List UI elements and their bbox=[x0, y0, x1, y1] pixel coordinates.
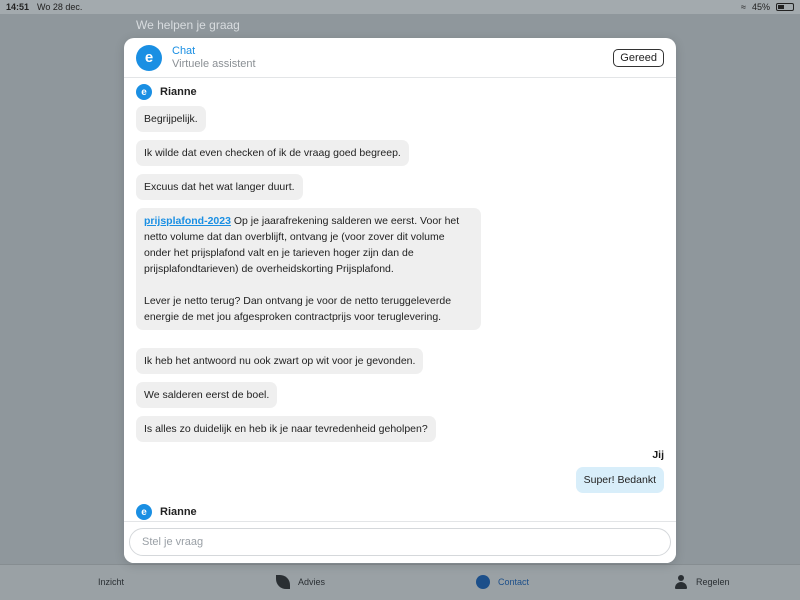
tab-label: Advies bbox=[298, 577, 326, 587]
message-text: Lever je netto terug? Dan ontvang je voo… bbox=[144, 295, 452, 323]
tab-advies[interactable]: Advies bbox=[276, 575, 325, 589]
my-label: Jij bbox=[652, 449, 664, 461]
topic-link[interactable]: prijsplafond-2023 bbox=[144, 215, 231, 227]
chat-input[interactable] bbox=[129, 528, 671, 556]
person-icon bbox=[674, 575, 688, 589]
tab-regelen[interactable]: Regelen bbox=[674, 575, 730, 589]
message-bubble: Ik wilde dat even checken of ik de vraag… bbox=[136, 140, 409, 166]
message-bubble-long: prijsplafond-2023 Op je jaarafrekening s… bbox=[136, 208, 481, 330]
message-bubble: Ik heb het antwoord nu ook zwart op wit … bbox=[136, 348, 424, 374]
battery-percentage: 45% bbox=[751, 2, 770, 12]
status-bar: 14:51 Wo 28 dec. ≈ 45% bbox=[0, 0, 800, 14]
wifi-icon: ≈ bbox=[741, 2, 746, 12]
chat-title: Chat bbox=[172, 44, 196, 57]
sender-avatar-icon: e bbox=[136, 504, 152, 520]
tab-label: Inzicht bbox=[98, 577, 125, 587]
status-date: Wo 28 dec. bbox=[37, 2, 83, 12]
tab-inzicht[interactable]: Inzicht bbox=[76, 575, 124, 589]
background-page-title: We helpen je graag bbox=[136, 18, 240, 32]
sender-name: Rianne bbox=[160, 86, 197, 98]
leaf-icon bbox=[276, 575, 290, 589]
input-area bbox=[124, 521, 676, 563]
chat-icon bbox=[476, 575, 490, 589]
message-bubble: Excuus dat het wat langer duurt. bbox=[136, 174, 303, 200]
brand-logo-icon: e bbox=[136, 44, 162, 71]
status-time: 14:51 bbox=[6, 2, 30, 12]
done-button[interactable]: Gereed bbox=[613, 49, 664, 67]
message-bubble: Is alles zo duidelijk en heb ik je naar … bbox=[136, 416, 436, 442]
tab-contact[interactable]: Contact bbox=[476, 575, 529, 589]
message-bubble: Begrijpelijk. bbox=[136, 106, 206, 132]
chat-header: e Chat Virtuele assistent Gereed bbox=[124, 38, 676, 78]
message-bubble: We salderen eerst de boel. bbox=[136, 382, 278, 408]
battery-fill bbox=[778, 5, 784, 9]
tab-label: Contact bbox=[498, 577, 530, 587]
tab-label: Regelen bbox=[696, 577, 730, 587]
message-list[interactable]: e Rianne Begrijpelijk. Ik wilde dat even… bbox=[124, 79, 676, 521]
sender-row: e Rianne bbox=[136, 504, 197, 520]
sender-avatar-icon: e bbox=[136, 84, 152, 100]
my-message-bubble: Super! Bedankt bbox=[575, 467, 664, 493]
bottom-tab-bar: Inzicht Advies Contact Regelen bbox=[0, 564, 800, 600]
grid-icon bbox=[76, 575, 90, 589]
sender-name: Rianne bbox=[160, 506, 197, 518]
chat-modal: e Chat Virtuele assistent Gereed e Riann… bbox=[124, 38, 676, 563]
chat-subtitle: Virtuele assistent bbox=[172, 57, 256, 70]
sender-row: e Rianne bbox=[136, 84, 197, 100]
status-right: ≈ 45% bbox=[741, 2, 794, 12]
battery-icon bbox=[776, 3, 794, 11]
